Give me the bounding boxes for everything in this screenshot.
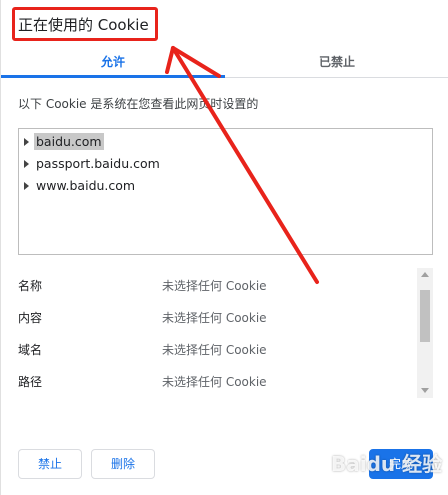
tree-item-label: passport.baidu.com <box>36 156 160 171</box>
tree-item-www[interactable]: www.baidu.com <box>24 176 137 196</box>
tab-bar: 允许 已禁止 <box>1 46 448 78</box>
detail-key: 路径 <box>18 375 43 389</box>
expand-arrow-icon[interactable] <box>24 160 29 168</box>
block-button[interactable]: 禁止 <box>18 449 82 479</box>
detail-value: 未选择任何 Cookie <box>162 311 267 325</box>
detail-value: 未选择任何 Cookie <box>162 375 267 389</box>
detail-key: 域名 <box>18 343 43 357</box>
tree-item-label: www.baidu.com <box>36 178 136 193</box>
scroll-up-icon[interactable] <box>421 272 429 277</box>
detail-row-content: 内容 未选择任何 Cookie <box>18 308 418 328</box>
cookie-tree[interactable]: baidu.com passport.baidu.com www.baidu.c… <box>18 128 433 255</box>
detail-row-domain: 域名 未选择任何 Cookie <box>18 340 418 360</box>
active-tab-indicator <box>1 75 225 78</box>
tree-item-label: baidu.com <box>34 133 104 150</box>
details-scrollbar[interactable] <box>417 268 433 398</box>
cookie-details: 名称 未选择任何 Cookie 内容 未选择任何 Cookie 域名 未选择任何… <box>18 268 433 398</box>
detail-row-name: 名称 未选择任何 Cookie <box>18 276 418 296</box>
detail-row-path: 路径 未选择任何 Cookie <box>18 372 418 392</box>
expand-arrow-icon[interactable] <box>24 138 29 146</box>
cookie-description: 以下 Cookie 是系统在您查看此网页时设置的 <box>18 97 259 111</box>
scroll-thumb[interactable] <box>420 290 430 342</box>
detail-key: 内容 <box>18 311 43 325</box>
detail-key: 名称 <box>18 279 43 293</box>
scroll-down-icon[interactable] <box>421 388 429 393</box>
detail-value: 未选择任何 Cookie <box>162 343 267 357</box>
tree-item-passport[interactable]: passport.baidu.com <box>24 154 162 174</box>
cookies-dialog: 正在使用的 Cookie 允许 已禁止 以下 Cookie 是系统在您查看此网页… <box>0 0 448 495</box>
tab-allowed[interactable]: 允许 <box>1 46 225 78</box>
expand-arrow-icon[interactable] <box>24 182 29 190</box>
detail-value: 未选择任何 Cookie <box>162 279 267 293</box>
remove-button[interactable]: 删除 <box>91 449 155 479</box>
tab-blocked[interactable]: 已禁止 <box>225 46 448 78</box>
baidu-watermark: Baidu 经验 <box>331 452 443 476</box>
dialog-title: 正在使用的 Cookie <box>18 16 149 34</box>
tree-item-baidu[interactable]: baidu.com <box>24 132 104 152</box>
